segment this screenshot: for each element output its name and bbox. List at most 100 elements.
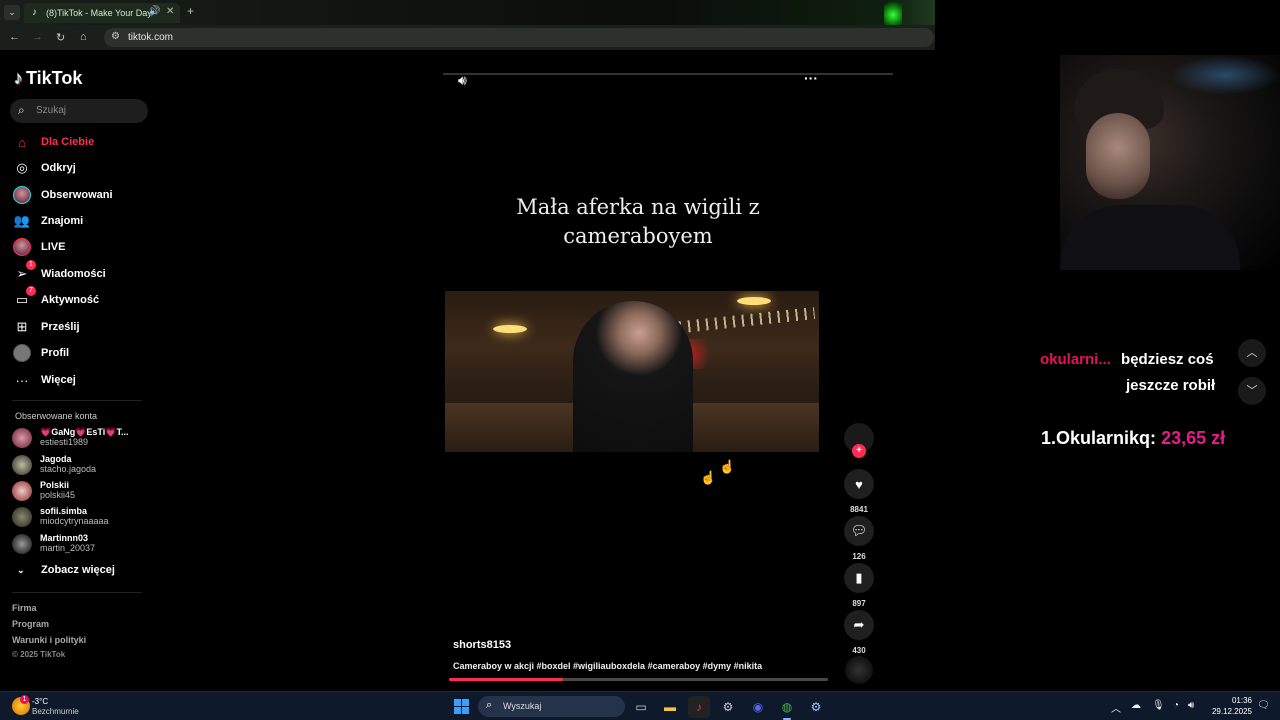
nav-przeslij[interactable]: ⊞ Prześlij bbox=[12, 316, 152, 338]
nav-aktywnosc[interactable]: ▭ 7 Aktywność bbox=[12, 286, 152, 311]
nav-profil[interactable]: Profil bbox=[12, 342, 152, 364]
task-view-icon[interactable]: ▭ bbox=[630, 696, 652, 718]
comment-action[interactable]: 💬︎ 126 bbox=[843, 516, 875, 561]
account-name: Jagoda bbox=[40, 454, 72, 464]
notification-icon[interactable]: 🗨︎ bbox=[1257, 700, 1270, 711]
microphone-icon[interactable]: 🎙︎ bbox=[1152, 700, 1165, 711]
close-tab-icon[interactable]: ✕ bbox=[166, 6, 174, 17]
tab-title: (8)TikTok - Make Your Day bbox=[46, 8, 152, 18]
nav-label: Dla Ciebie bbox=[41, 136, 95, 148]
browser-tab[interactable]: ♪ (8)TikTok - Make Your Day 🔊 ✕ bbox=[24, 3, 180, 23]
onedrive-icon[interactable]: ☁ bbox=[1131, 700, 1141, 711]
webcam-shirt bbox=[1060, 205, 1240, 270]
video-caption: Cameraboy w akcji #boxdel #wigiliauboxde… bbox=[453, 661, 763, 671]
nav-label: Profil bbox=[41, 347, 70, 359]
reload-icon[interactable]: ↻ bbox=[56, 31, 65, 44]
follow-plus-button[interactable]: + bbox=[852, 444, 866, 458]
site-info-icon[interactable]: ⚙ bbox=[111, 31, 120, 42]
forward-arrow-icon[interactable]: → bbox=[32, 31, 43, 43]
discord-icon[interactable]: ◉ bbox=[747, 696, 769, 718]
footer-link-terms[interactable]: Warunki i polityki bbox=[12, 635, 86, 645]
video-player[interactable] bbox=[445, 291, 819, 452]
account-handle: stacho.jagoda bbox=[40, 464, 97, 474]
like-count: 8841 bbox=[850, 505, 868, 514]
nav-odkryj[interactable]: ◎ Odkryj bbox=[12, 157, 152, 179]
donor-rank: 1. bbox=[1041, 428, 1057, 448]
comment-icon[interactable]: 💬︎ bbox=[844, 516, 874, 546]
nav-wiecej[interactable]: ··· Więcej bbox=[12, 369, 152, 391]
tab-search-menu-button[interactable]: ⌄ bbox=[4, 5, 20, 20]
windows-taskbar: 1 -3°C Bezchmurnie ⌕ Wyszukaj ▭ ▬ ♪ ⚙ ◉ … bbox=[0, 691, 1280, 720]
chat-message-line-2: jeszcze robił bbox=[1126, 377, 1216, 394]
logo-text: TikTok bbox=[26, 68, 83, 88]
weather-badge: 1 bbox=[20, 695, 29, 704]
nav-wiadomosci[interactable]: ➢ 1 Wiadomości bbox=[12, 260, 152, 285]
tiktok-logo[interactable]: ♪ TikTok bbox=[14, 68, 82, 89]
followed-account[interactable]: Polskii polskii45 bbox=[12, 478, 152, 502]
tiktok-favicon-icon: ♪ bbox=[32, 7, 37, 18]
followed-account[interactable]: Martinnn03 martin_20037 bbox=[12, 531, 152, 555]
nav-znajomi[interactable]: 👥 Znajomi bbox=[12, 210, 152, 232]
clock-time[interactable]: 01:36 bbox=[1222, 696, 1252, 705]
weather-condition[interactable]: Bezchmurnie bbox=[32, 707, 79, 716]
nav-obserwowani[interactable]: Obserwowani bbox=[12, 184, 152, 206]
windows-start-icon[interactable] bbox=[454, 699, 469, 714]
footer-link-firma[interactable]: Firma bbox=[12, 603, 37, 613]
video-person bbox=[573, 301, 693, 452]
live-avatar-icon bbox=[12, 237, 32, 257]
video-author[interactable]: shorts8153 bbox=[453, 639, 511, 651]
taskbar-search-placeholder: Wyszukaj bbox=[503, 701, 542, 711]
weather-temperature[interactable]: -3°C bbox=[32, 697, 48, 706]
new-tab-button[interactable]: + bbox=[187, 4, 194, 18]
search-input[interactable]: ⌕ Szukaj bbox=[10, 99, 148, 123]
search-placeholder: Szukaj bbox=[36, 105, 67, 116]
compass-icon: ◎ bbox=[16, 160, 28, 175]
clock-date[interactable]: 29.12.2025 bbox=[1202, 707, 1252, 716]
share-count: 430 bbox=[852, 646, 866, 655]
url-field[interactable]: ⚙ tiktok.com bbox=[104, 28, 934, 47]
avatar bbox=[12, 534, 32, 554]
nav-live[interactable]: LIVE bbox=[12, 236, 152, 258]
followed-account[interactable]: 💗GaNg💗EsTi💗T... estiesti1989 bbox=[12, 425, 152, 449]
bookmark-icon[interactable]: ▮ bbox=[844, 563, 874, 593]
volume-icon[interactable]: 🔊︎ bbox=[458, 72, 467, 89]
friends-icon: 👥 bbox=[13, 213, 31, 228]
save-action[interactable]: ▮ 897 bbox=[843, 563, 875, 608]
wifi-icon[interactable]: ◔ bbox=[1173, 700, 1179, 711]
music-disc-icon[interactable] bbox=[845, 656, 873, 684]
share-action[interactable]: ➦ 430 bbox=[843, 610, 875, 655]
speaker-icon[interactable]: 🔊 bbox=[148, 6, 160, 17]
heart-icon[interactable]: ♥ bbox=[844, 469, 874, 499]
followed-account[interactable]: Jagoda stacho.jagoda bbox=[12, 452, 152, 476]
file-explorer-icon[interactable]: ▬ bbox=[659, 696, 681, 718]
chevron-down-icon[interactable]: ﹀ bbox=[1238, 377, 1266, 405]
avatar bbox=[12, 455, 32, 475]
settings-app-icon[interactable]: ⚙ bbox=[717, 696, 739, 718]
video-lamp bbox=[737, 297, 771, 305]
tiktok-app-icon[interactable]: ♪ bbox=[688, 696, 710, 718]
notification-badge: 1 bbox=[26, 260, 36, 270]
taskbar-search-input[interactable]: ⌕ Wyszukaj bbox=[478, 696, 625, 717]
page-load-line bbox=[443, 73, 893, 75]
nav-dla-ciebie[interactable]: ⌂ Dla Ciebie bbox=[12, 131, 152, 153]
webcam-face bbox=[1086, 113, 1150, 199]
back-arrow-icon[interactable]: ← bbox=[9, 31, 20, 43]
search-icon: ⌕ bbox=[486, 699, 493, 711]
chevron-up-icon[interactable]: ︿ bbox=[1238, 339, 1266, 367]
home-icon[interactable]: ⌂ bbox=[80, 31, 87, 43]
chevron-up-icon[interactable]: ︿ bbox=[1111, 700, 1121, 715]
app-icon[interactable]: ⚙ bbox=[805, 696, 827, 718]
chrome-icon[interactable]: ◍ bbox=[776, 696, 798, 720]
more-options-icon[interactable]: ··· bbox=[804, 70, 818, 86]
video-progress-bar[interactable] bbox=[449, 678, 828, 681]
notification-badge: 7 bbox=[26, 286, 36, 296]
volume-icon[interactable]: 🔊︎ bbox=[1188, 700, 1194, 711]
profile-avatar-icon bbox=[12, 343, 32, 363]
like-action[interactable]: ♥ 8841 bbox=[843, 469, 875, 514]
browser-tabbar: ⌄ ♪ (8)TikTok - Make Your Day 🔊 ✕ + bbox=[0, 0, 935, 30]
footer-link-program[interactable]: Program bbox=[12, 619, 49, 629]
see-more-button[interactable]: ⌄ Zobacz więcej bbox=[17, 564, 115, 576]
nav-label: Więcej bbox=[41, 374, 76, 386]
followed-account[interactable]: sofii.simba miodcytrynaaaaa bbox=[12, 504, 152, 528]
share-icon[interactable]: ➦ bbox=[844, 610, 874, 640]
